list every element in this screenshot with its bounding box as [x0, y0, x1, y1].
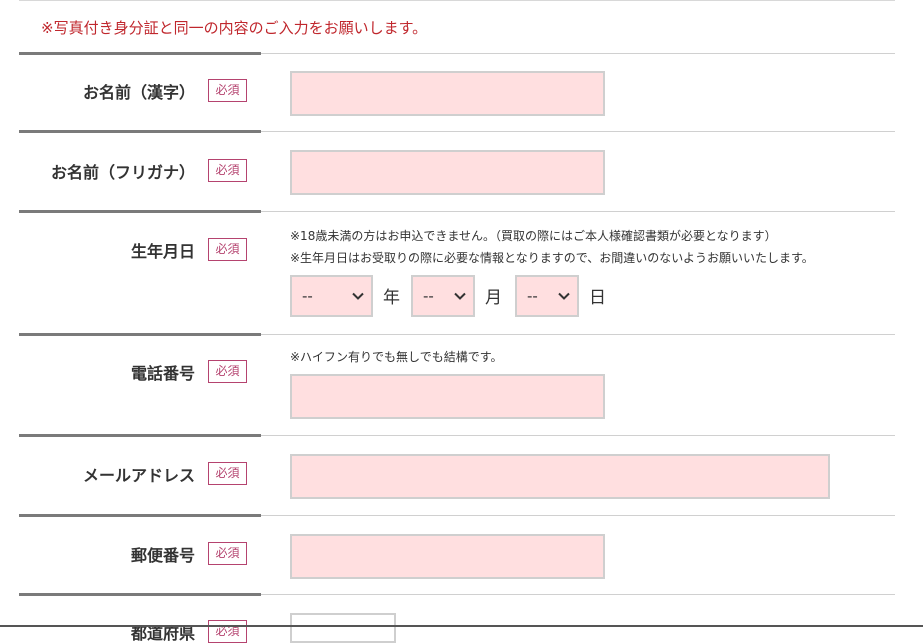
- row-divider: [19, 434, 261, 437]
- birth-year-select[interactable]: --: [290, 275, 373, 317]
- birthdate-label: 生年月日: [130, 242, 195, 261]
- birth-year-value: --: [302, 287, 313, 305]
- birth-month-select[interactable]: --: [411, 275, 475, 317]
- row-divider-light: [261, 334, 895, 335]
- year-unit: 年: [383, 288, 400, 308]
- email-label: メールアドレス: [82, 466, 195, 485]
- top-divider: [19, 0, 895, 1]
- chevron-down-icon: [352, 292, 364, 300]
- chevron-down-icon: [558, 292, 570, 300]
- phone-label: 電話番号: [130, 364, 195, 383]
- day-unit: 日: [589, 288, 606, 308]
- required-badge: 必須: [208, 79, 247, 102]
- phone-note: ※ハイフン有りでも無しでも結構です。: [290, 350, 503, 364]
- row-divider: [19, 130, 261, 133]
- required-badge: 必須: [208, 462, 247, 485]
- email-input[interactable]: [290, 454, 830, 499]
- name-kana-input[interactable]: [290, 150, 605, 195]
- prefecture-label: 都道府県: [130, 624, 195, 643]
- birth-day-select[interactable]: --: [515, 275, 579, 317]
- birth-month-value: --: [423, 287, 434, 305]
- prefecture-select[interactable]: [290, 613, 396, 643]
- name-kana-label: お名前（フリガナ）: [50, 163, 195, 182]
- row-divider-light: [261, 435, 895, 436]
- required-badge: 必須: [208, 159, 247, 182]
- postal-label: 郵便番号: [130, 546, 195, 565]
- birthdate-note-age: ※18歳未満の方はお申込できません。（買取の際にはご本人様確認書類が必要となりま…: [290, 229, 777, 243]
- phone-input[interactable]: [290, 374, 605, 419]
- required-badge: 必須: [208, 620, 247, 643]
- birth-day-value: --: [527, 287, 538, 305]
- row-divider-light: [261, 594, 895, 595]
- chevron-down-icon: [454, 292, 466, 300]
- row-divider-light: [261, 515, 895, 516]
- birthdate-note-accuracy: ※生年月日はお受取りの際に必要な情報となりますので、お間違いのないようお願いいた…: [290, 251, 814, 265]
- name-kanji-input[interactable]: [290, 71, 605, 116]
- postal-input[interactable]: [290, 534, 605, 579]
- row-divider: [19, 52, 261, 55]
- row-divider-light: [261, 211, 895, 212]
- required-badge: 必須: [208, 360, 247, 383]
- required-badge: 必須: [208, 542, 247, 565]
- month-unit: 月: [485, 288, 502, 308]
- name-kanji-label: お名前（漢字）: [82, 83, 195, 102]
- row-divider: [19, 210, 261, 213]
- row-divider-light: [261, 131, 895, 132]
- row-divider: [19, 333, 261, 336]
- row-divider-light: [261, 53, 895, 54]
- row-divider: [19, 593, 261, 596]
- row-divider: [19, 514, 261, 517]
- required-badge: 必須: [208, 238, 247, 261]
- notice-text: ※写真付き身分証と同一の内容のご入力をお願いします。: [41, 19, 428, 37]
